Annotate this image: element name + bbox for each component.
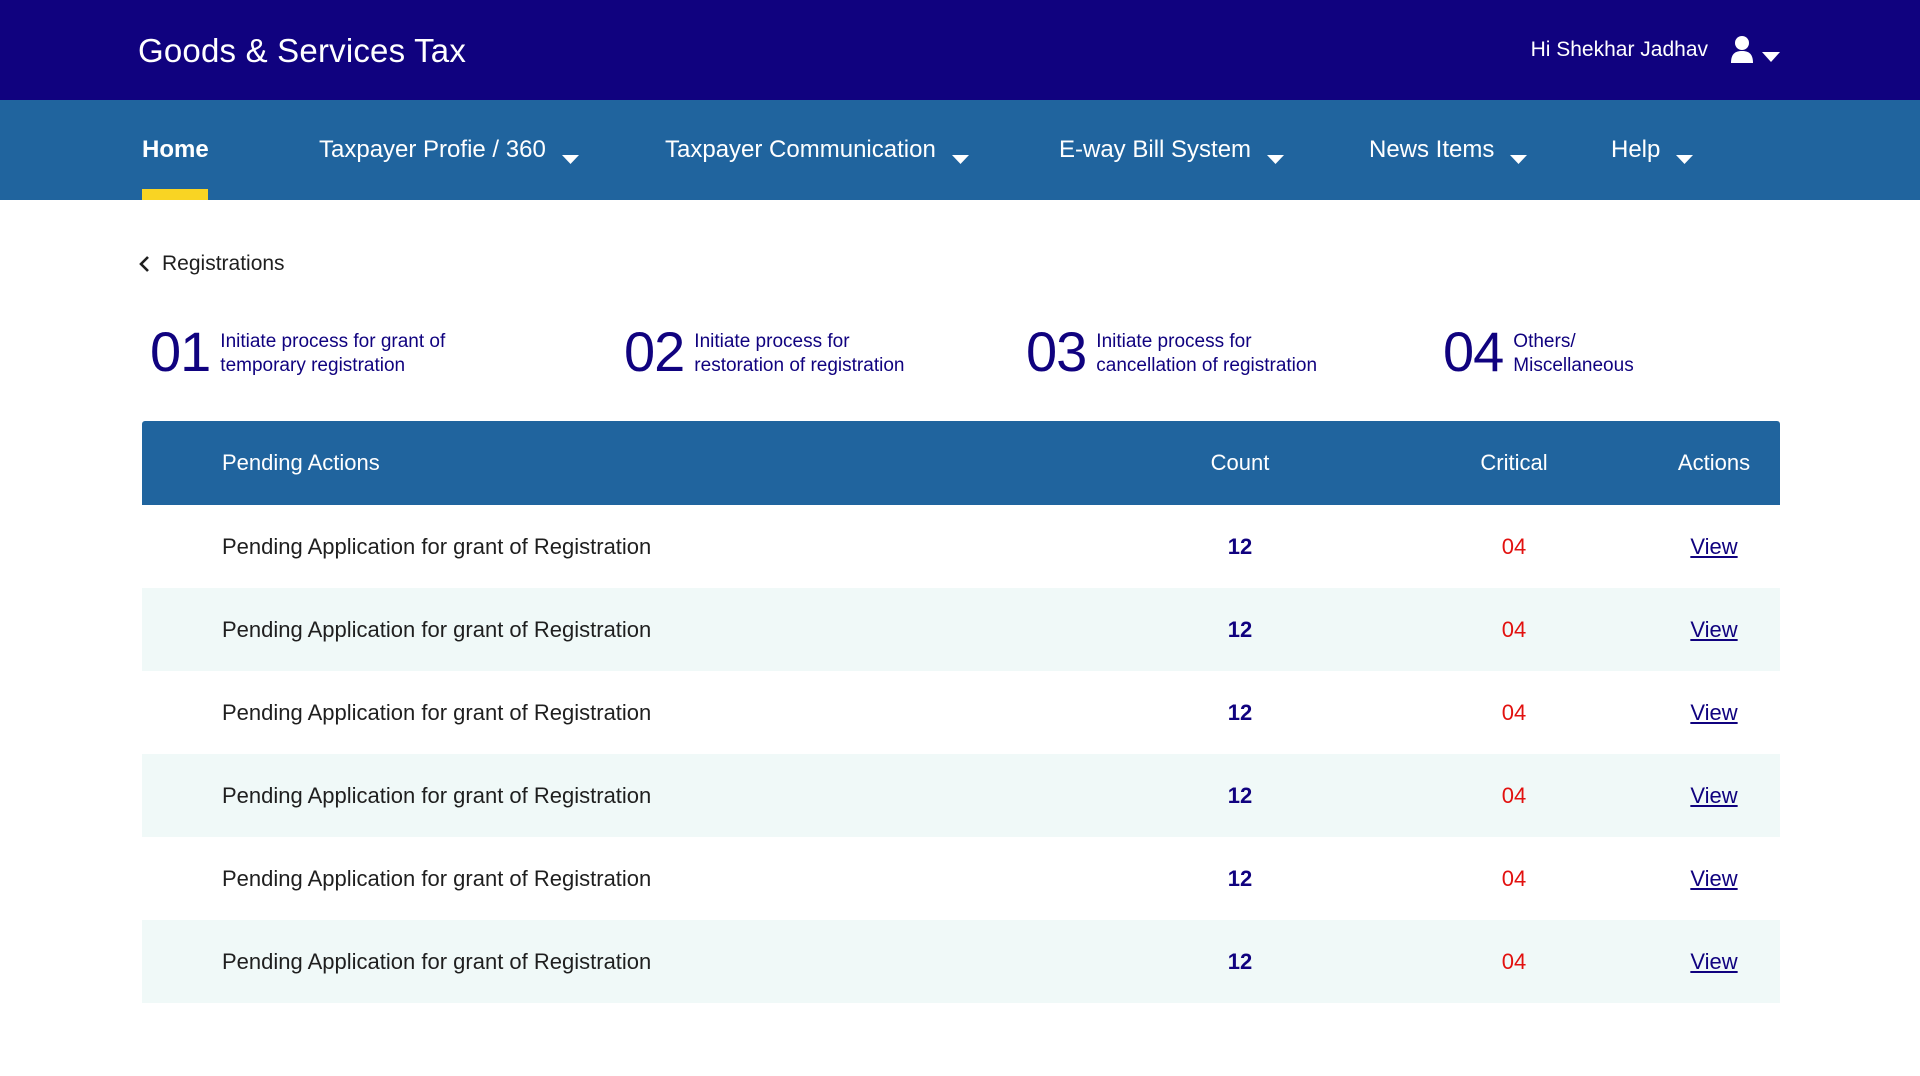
user-icon[interactable]	[1730, 35, 1754, 65]
table-row: Pending Application for grant of Registr…	[142, 754, 1780, 837]
row-actions: View	[1654, 837, 1774, 920]
nav-item-news[interactable]: News Items	[1369, 100, 1528, 200]
nav-item-label: Help	[1611, 136, 1661, 163]
row-actions: View	[1654, 671, 1774, 754]
chevron-down-icon	[1676, 143, 1694, 164]
row-actions: View	[1654, 588, 1774, 671]
chevron-left-icon	[138, 255, 150, 273]
row-actions: View	[1654, 754, 1774, 837]
table-row: Pending Application for grant of Registr…	[142, 920, 1780, 1003]
nav-item-taxpayer-communication[interactable]: Taxpayer Communication	[665, 100, 969, 200]
header-pending-actions: Pending Actions	[222, 450, 380, 475]
row-description: Pending Application for grant of Registr…	[222, 616, 652, 642]
view-link[interactable]: View	[1690, 617, 1737, 643]
nav-item-home[interactable]: Home	[142, 100, 209, 200]
row-critical: 04	[1501, 533, 1527, 559]
step-number: 01	[150, 320, 211, 383]
step-label: Others/ Miscellaneous	[1513, 331, 1634, 376]
table-row: Pending Application for grant of Registr…	[142, 671, 1780, 754]
step-label: Initiate process for cancellation of reg…	[1096, 331, 1318, 376]
chevron-down-icon	[1267, 143, 1285, 164]
nav-item-label: Taxpayer Profie / 360	[319, 136, 546, 163]
nav-item-label: Home	[142, 136, 209, 163]
row-count: 12	[1227, 865, 1253, 891]
view-link[interactable]: View	[1690, 700, 1737, 726]
row-count: 12	[1227, 782, 1253, 808]
step-restoration[interactable]: 02 Initiate process for restoration of r…	[624, 322, 934, 382]
chevron-down-icon	[561, 143, 579, 164]
row-critical: 04	[1501, 948, 1527, 974]
row-description: Pending Application for grant of Registr…	[222, 782, 652, 808]
row-description: Pending Application for grant of Registr…	[222, 948, 652, 974]
row-count: 12	[1227, 699, 1253, 725]
step-others[interactable]: 04 Others/ Miscellaneous	[1443, 322, 1653, 382]
pending-actions-table: Pending Actions Count Critical Actions P…	[142, 421, 1780, 1003]
step-temporary-registration[interactable]: 01 Initiate process for grant of tempora…	[150, 322, 500, 382]
row-actions: View	[1654, 920, 1774, 1003]
breadcrumb-back[interactable]: Registrations	[138, 252, 285, 276]
row-critical: 04	[1501, 782, 1527, 808]
user-greeting[interactable]: Hi Shekhar Jadhav	[1531, 38, 1708, 62]
active-tab-indicator	[142, 189, 208, 200]
chevron-down-icon	[951, 143, 969, 164]
view-link[interactable]: View	[1690, 534, 1737, 560]
chevron-down-icon[interactable]	[1762, 49, 1780, 62]
step-number: 04	[1443, 320, 1504, 383]
header-actions: Actions	[1677, 450, 1751, 475]
chevron-down-icon	[1510, 143, 1528, 164]
nav-item-label: Taxpayer Communication	[665, 136, 936, 163]
row-description: Pending Application for grant of Registr…	[222, 533, 652, 559]
row-critical: 04	[1501, 616, 1527, 642]
nav-item-label: News Items	[1369, 136, 1495, 163]
view-link[interactable]: View	[1690, 949, 1737, 975]
row-count: 12	[1227, 616, 1253, 642]
row-critical: 04	[1501, 699, 1527, 725]
header-count: Count	[1210, 450, 1270, 475]
row-count: 12	[1227, 533, 1253, 559]
step-label: Initiate process for grant of temporary …	[220, 331, 446, 376]
header-critical: Critical	[1480, 450, 1548, 475]
top-header: Goods & Services Tax Hi Shekhar Jadhav	[0, 0, 1920, 100]
step-number: 03	[1026, 320, 1087, 383]
view-link[interactable]: View	[1690, 866, 1737, 892]
step-cancellation[interactable]: 03 Initiate process for cancellation of …	[1026, 322, 1346, 382]
nav-item-taxpayer-profile[interactable]: Taxpayer Profie / 360	[319, 100, 579, 200]
nav-item-eway-bill[interactable]: E-way Bill System	[1059, 100, 1285, 200]
row-critical: 04	[1501, 865, 1527, 891]
breadcrumb-label: Registrations	[162, 252, 285, 275]
main-nav: Home Taxpayer Profie / 360 Taxpayer Comm…	[0, 100, 1920, 200]
step-number: 02	[624, 320, 685, 383]
table-row: Pending Application for grant of Registr…	[142, 505, 1780, 588]
table-row: Pending Application for grant of Registr…	[142, 837, 1780, 920]
table-header: Pending Actions Count Critical Actions	[142, 421, 1780, 505]
row-actions: View	[1654, 505, 1774, 588]
row-description: Pending Application for grant of Registr…	[222, 865, 652, 891]
user-menu[interactable]: Hi Shekhar Jadhav	[1531, 34, 1780, 66]
step-label: Initiate process for restoration of regi…	[694, 331, 905, 376]
row-count: 12	[1227, 948, 1253, 974]
nav-item-help[interactable]: Help	[1611, 100, 1694, 200]
row-description: Pending Application for grant of Registr…	[222, 699, 652, 725]
brand-title[interactable]: Goods & Services Tax	[138, 32, 466, 70]
view-link[interactable]: View	[1690, 783, 1737, 809]
table-row: Pending Application for grant of Registr…	[142, 588, 1780, 671]
nav-item-label: E-way Bill System	[1059, 136, 1252, 163]
